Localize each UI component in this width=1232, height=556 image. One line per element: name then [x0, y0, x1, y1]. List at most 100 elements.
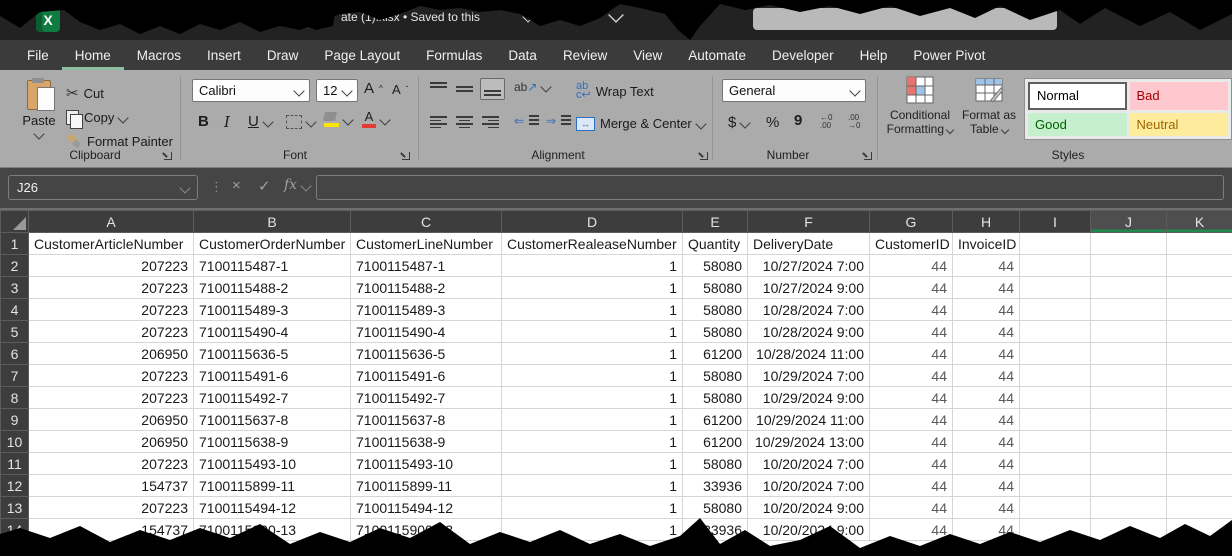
tab-formulas[interactable]: Formulas — [413, 40, 495, 70]
column-header-K[interactable]: K — [1167, 211, 1232, 233]
tab-review[interactable]: Review — [550, 40, 620, 70]
bottom-align-button[interactable] — [480, 78, 505, 100]
cancel-button[interactable]: × — [232, 177, 241, 194]
top-align-button[interactable] — [430, 82, 447, 96]
cell[interactable]: 44 — [870, 497, 953, 519]
cell[interactable]: 58080 — [683, 387, 748, 409]
cell[interactable]: 7100115638-9 — [194, 431, 351, 453]
cell[interactable]: 7100115494-12 — [351, 497, 502, 519]
cell[interactable]: CustomerID — [870, 233, 953, 255]
column-header-I[interactable]: I — [1020, 211, 1091, 233]
cell[interactable] — [1167, 519, 1232, 541]
cell[interactable] — [1020, 387, 1091, 409]
row-header-1[interactable]: 1 — [1, 233, 29, 255]
tab-insert[interactable]: Insert — [194, 40, 254, 70]
cell[interactable]: 33936 — [683, 475, 748, 497]
row-header-11[interactable]: 11 — [1, 453, 29, 475]
cell[interactable]: 44 — [870, 475, 953, 497]
cell[interactable]: 7100115900-13 — [194, 519, 351, 541]
cell[interactable]: 10/27/2024 7:00 — [748, 255, 870, 277]
cell[interactable] — [1020, 255, 1091, 277]
cell[interactable]: 7100115491-6 — [194, 365, 351, 387]
borders-button[interactable] — [286, 115, 315, 129]
cell[interactable]: 7100115637-8 — [351, 409, 502, 431]
font-dialog-launcher-icon[interactable] — [400, 150, 411, 161]
row-header-8[interactable]: 8 — [1, 387, 29, 409]
row-header-5[interactable]: 5 — [1, 321, 29, 343]
cell[interactable] — [1020, 299, 1091, 321]
column-header-F[interactable]: F — [748, 211, 870, 233]
insert-function-button[interactable]: fx — [284, 177, 297, 193]
cell[interactable]: CustomerArticleNumber — [29, 233, 194, 255]
style-normal[interactable]: Normal — [1028, 82, 1127, 110]
cell[interactable]: CustomerLineNumber — [351, 233, 502, 255]
cell[interactable] — [1167, 431, 1232, 453]
row-header-6[interactable]: 6 — [1, 343, 29, 365]
cell[interactable] — [1091, 497, 1167, 519]
cell[interactable]: 207223 — [29, 299, 194, 321]
accounting-format-button[interactable]: $ — [728, 114, 749, 131]
cell[interactable]: 7100115638-9 — [351, 431, 502, 453]
cell[interactable]: 206950 — [29, 409, 194, 431]
cell[interactable]: 33936 — [683, 519, 748, 541]
cell[interactable]: 7100115490-4 — [194, 321, 351, 343]
orientation-button[interactable]: ab↗ — [514, 80, 550, 94]
cell[interactable] — [1020, 409, 1091, 431]
enter-button[interactable]: ✓ — [258, 177, 271, 195]
cell[interactable] — [1167, 255, 1232, 277]
cell[interactable] — [1091, 233, 1167, 255]
cell[interactable]: 7100115494-12 — [194, 497, 351, 519]
column-header-E[interactable]: E — [683, 211, 748, 233]
row-header-12[interactable]: 12 — [1, 475, 29, 497]
cell[interactable]: 10/28/2024 7:00 — [748, 299, 870, 321]
row-header-4[interactable]: 4 — [1, 299, 29, 321]
cell[interactable]: 1 — [502, 497, 683, 519]
cell[interactable]: 58080 — [683, 365, 748, 387]
cell[interactable]: InvoiceID — [953, 233, 1020, 255]
align-left-button[interactable] — [430, 116, 447, 128]
cell[interactable]: 206950 — [29, 431, 194, 453]
tab-developer[interactable]: Developer — [759, 40, 847, 70]
increase-decimal-button[interactable]: ←0.00 — [820, 114, 832, 130]
cell[interactable]: Quantity — [683, 233, 748, 255]
cell[interactable] — [1091, 277, 1167, 299]
conditional-formatting-button[interactable]: Conditional Formatting — [886, 76, 954, 136]
fill-color-button[interactable] — [324, 112, 352, 127]
cell[interactable]: 44 — [953, 475, 1020, 497]
cell[interactable]: 1 — [502, 365, 683, 387]
row-header-3[interactable]: 3 — [1, 277, 29, 299]
cell[interactable]: 10/20/2024 9:00 — [748, 497, 870, 519]
tab-home[interactable]: Home — [62, 40, 124, 70]
cell[interactable] — [1167, 277, 1232, 299]
cell[interactable]: 44 — [953, 255, 1020, 277]
cell[interactable]: 154737 — [29, 519, 194, 541]
copy-button[interactable]: Copy — [66, 110, 127, 125]
column-header-D[interactable]: D — [502, 211, 683, 233]
cell[interactable]: 7100115636-5 — [194, 343, 351, 365]
cell[interactable]: 44 — [953, 343, 1020, 365]
cell[interactable]: 10/29/2024 7:00 — [748, 365, 870, 387]
cell[interactable]: 1 — [502, 343, 683, 365]
cell[interactable]: 207223 — [29, 453, 194, 475]
column-header-A[interactable]: A — [29, 211, 194, 233]
middle-align-button[interactable] — [456, 82, 473, 96]
cell[interactable]: 44 — [953, 497, 1020, 519]
cell[interactable]: 10/29/2024 11:00 — [748, 409, 870, 431]
cell[interactable]: 7100115487-1 — [351, 255, 502, 277]
cell[interactable]: 7100115492-7 — [194, 387, 351, 409]
cell[interactable] — [1020, 321, 1091, 343]
tab-view[interactable]: View — [620, 40, 675, 70]
cell[interactable]: 44 — [953, 365, 1020, 387]
cell[interactable] — [1167, 387, 1232, 409]
cell[interactable] — [1167, 233, 1232, 255]
cell[interactable]: 7100115637-8 — [194, 409, 351, 431]
cell[interactable]: 58080 — [683, 497, 748, 519]
italic-button[interactable]: I — [224, 113, 230, 131]
formula-input[interactable] — [316, 175, 1224, 200]
cell[interactable] — [1091, 299, 1167, 321]
cell[interactable]: 7100115489-3 — [351, 299, 502, 321]
row-header-2[interactable]: 2 — [1, 255, 29, 277]
cell[interactable]: 7100115491-6 — [351, 365, 502, 387]
cell[interactable]: 10/20/2024 7:00 — [748, 453, 870, 475]
cell[interactable]: 44 — [953, 409, 1020, 431]
